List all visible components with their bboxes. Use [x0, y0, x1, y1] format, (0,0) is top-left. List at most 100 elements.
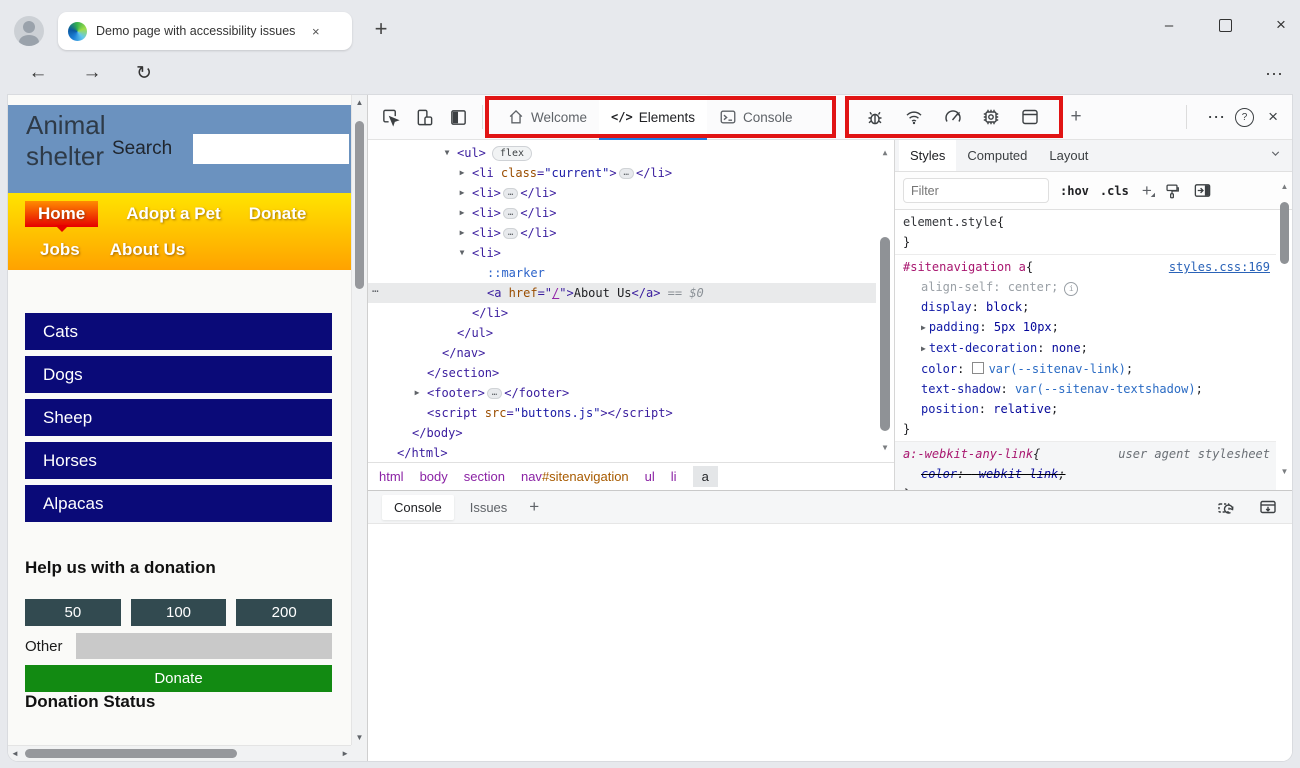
- collapsed-children-icon[interactable]: …: [503, 188, 518, 199]
- breadcrumb-item-a[interactable]: a: [693, 466, 718, 487]
- color-swatch[interactable]: [972, 362, 984, 374]
- collapsed-children-icon[interactable]: …: [487, 388, 502, 399]
- scrollbar-thumb[interactable]: [355, 121, 364, 289]
- tree-row[interactable]: </section>: [368, 363, 876, 383]
- css-property[interactable]: color: var(--sitenav-link);: [903, 359, 1276, 379]
- css-property[interactable]: align-self: center;i: [903, 277, 1276, 297]
- tree-row[interactable]: ::marker: [368, 263, 876, 283]
- scroll-down-icon[interactable]: ▼: [1277, 467, 1292, 476]
- browser-menu-icon[interactable]: ⋯: [1262, 64, 1286, 85]
- issues-bug-icon[interactable]: [865, 107, 885, 127]
- category-button-dogs[interactable]: Dogs: [25, 356, 332, 393]
- collapsed-children-icon[interactable]: …: [503, 208, 518, 219]
- nav-link-about-us[interactable]: About Us: [110, 240, 186, 260]
- tree-row[interactable]: </body>: [368, 423, 876, 443]
- css-property[interactable]: text-shadow: var(--sitenav-textshadow);: [903, 379, 1276, 399]
- amount-button-100[interactable]: 100: [131, 599, 227, 626]
- page-horizontal-scrollbar[interactable]: ◄ ►: [8, 745, 352, 761]
- scrollbar-thumb[interactable]: [25, 749, 237, 758]
- css-property[interactable]: position: relative;: [903, 399, 1276, 419]
- page-vertical-scrollbar[interactable]: ▲ ▼: [351, 95, 367, 745]
- nav-link-home[interactable]: Home: [25, 201, 98, 227]
- reload-button[interactable]: ↻: [130, 59, 158, 87]
- tree-row[interactable]: ▼<ul>flex: [368, 143, 876, 163]
- expand-shorthand-icon[interactable]: ▶: [921, 344, 926, 353]
- breadcrumb-item-section[interactable]: section: [464, 469, 505, 484]
- maximize-button[interactable]: [1214, 14, 1236, 36]
- tree-row[interactable]: <script src="buttons.js"></script>: [368, 403, 876, 423]
- tree-scrollbar[interactable]: ▲ ▼: [878, 143, 892, 458]
- css-selector[interactable]: element.style: [903, 212, 997, 232]
- nav-link-donate[interactable]: Donate: [249, 204, 307, 224]
- network-conditions-icon[interactable]: [904, 107, 924, 127]
- category-button-sheep[interactable]: Sheep: [25, 399, 332, 436]
- new-style-rule-icon[interactable]: +: [1142, 181, 1152, 201]
- css-property[interactable]: ▶padding: 5px 10px;: [903, 317, 1276, 338]
- browser-tab[interactable]: Demo page with accessibility issues ×: [58, 12, 352, 50]
- css-selector[interactable]: #sitenavigation a: [903, 257, 1026, 277]
- computed-sidebar-toggle-icon[interactable]: [1193, 181, 1212, 200]
- profile-avatar[interactable]: [14, 16, 44, 46]
- nav-link-jobs[interactable]: Jobs: [40, 240, 80, 260]
- drawer-tab-issues[interactable]: Issues: [458, 495, 520, 520]
- nav-link-adopt-a-pet[interactable]: Adopt a Pet: [126, 204, 220, 224]
- category-button-cats[interactable]: Cats: [25, 313, 332, 350]
- css-property[interactable]: ▶text-decoration: none;: [903, 338, 1276, 359]
- tab-styles[interactable]: Styles: [899, 140, 956, 171]
- tree-row[interactable]: </html>: [368, 443, 876, 462]
- scrollbar-thumb[interactable]: [1280, 202, 1289, 264]
- chevron-down-icon[interactable]: [1269, 147, 1282, 160]
- scroll-down-icon[interactable]: ▼: [352, 733, 367, 742]
- css-selector[interactable]: a:-webkit-any-link: [903, 444, 1033, 464]
- toggle-class-editor[interactable]: .cls: [1100, 184, 1129, 198]
- breadcrumb-item-nav[interactable]: nav#sitenavigation: [521, 469, 629, 484]
- info-icon[interactable]: i: [1064, 282, 1078, 296]
- collapsed-children-icon[interactable]: …: [619, 168, 634, 179]
- amount-button-50[interactable]: 50: [25, 599, 121, 626]
- dock-side-icon[interactable]: [448, 107, 468, 127]
- expand-shorthand-icon[interactable]: ▶: [921, 323, 926, 332]
- tree-row[interactable]: ▶<li class="current">…</li>: [368, 163, 876, 183]
- breadcrumb-item-ul[interactable]: ul: [645, 469, 655, 484]
- tab-layout[interactable]: Layout: [1038, 140, 1099, 171]
- application-icon[interactable]: [1020, 107, 1040, 127]
- tree-row[interactable]: ▶<li>…</li>: [368, 203, 876, 223]
- tree-row[interactable]: ▼<li>: [368, 243, 876, 263]
- css-property[interactable]: display: block;: [903, 297, 1276, 317]
- scroll-up-icon[interactable]: ▲: [878, 143, 892, 163]
- collapse-drawer-icon[interactable]: [1258, 497, 1278, 517]
- memory-icon[interactable]: [981, 107, 1001, 127]
- scroll-left-icon[interactable]: ◄: [11, 749, 19, 758]
- console-drawer-content[interactable]: [368, 524, 1292, 761]
- category-button-horses[interactable]: Horses: [25, 442, 332, 479]
- scroll-right-icon[interactable]: ►: [341, 749, 349, 758]
- devtools-menu-icon[interactable]: ⋯: [1207, 107, 1225, 128]
- expand-arrow-icon[interactable]: ▶: [456, 163, 468, 183]
- other-amount-input[interactable]: [76, 633, 332, 659]
- device-emulation-icon[interactable]: [414, 107, 434, 127]
- css-property[interactable]: color: -webkit-link;: [903, 464, 1276, 484]
- donate-button[interactable]: Donate: [25, 665, 332, 692]
- tab-elements[interactable]: </>Elements: [599, 95, 707, 140]
- styles-filter-input[interactable]: [903, 178, 1049, 203]
- add-tool-icon[interactable]: +: [1071, 106, 1082, 128]
- help-icon[interactable]: ?: [1235, 108, 1254, 127]
- add-drawer-tab-icon[interactable]: +: [529, 497, 539, 517]
- minimize-button[interactable]: –: [1158, 14, 1180, 36]
- collapsed-children-icon[interactable]: …: [503, 228, 518, 239]
- rendering-brush-icon[interactable]: [1163, 181, 1182, 200]
- collapse-arrow-icon[interactable]: ▼: [456, 243, 468, 263]
- expand-arrow-icon[interactable]: ▶: [456, 203, 468, 223]
- expand-arrow-icon[interactable]: ▶: [456, 223, 468, 243]
- scroll-up-icon[interactable]: ▲: [352, 98, 367, 107]
- expand-arrow-icon[interactable]: ▶: [411, 383, 423, 403]
- back-button[interactable]: ←: [24, 59, 52, 87]
- category-button-alpacas[interactable]: Alpacas: [25, 485, 332, 522]
- scrollbar-thumb[interactable]: [880, 237, 890, 431]
- breadcrumb-item-html[interactable]: html: [379, 469, 404, 484]
- row-overflow-icon[interactable]: …: [372, 279, 380, 299]
- scroll-down-icon[interactable]: ▼: [878, 438, 892, 458]
- refresh-frame-icon[interactable]: [1216, 497, 1236, 517]
- expand-arrow-icon[interactable]: ▶: [456, 183, 468, 203]
- tree-row[interactable]: </nav>: [368, 343, 876, 363]
